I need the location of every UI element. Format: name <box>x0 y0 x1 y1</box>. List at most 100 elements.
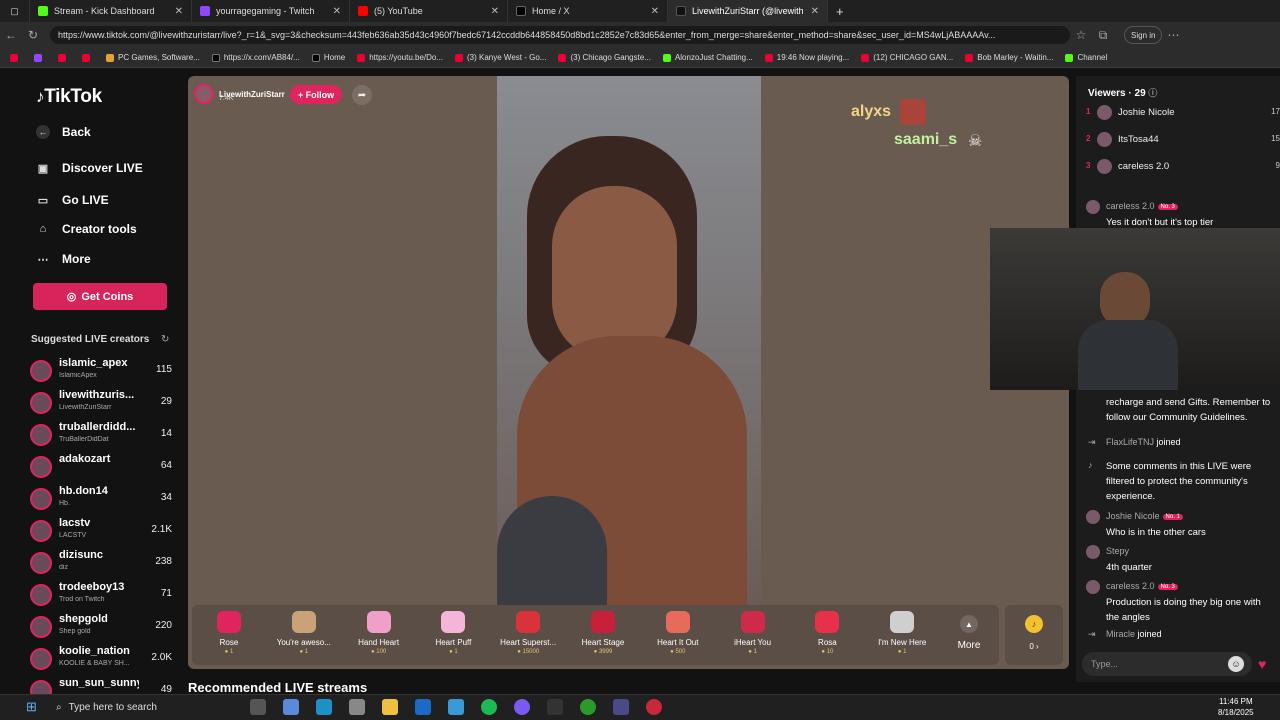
host-avatar[interactable] <box>194 84 214 104</box>
gift-item[interactable]: You're aweso... ● 1 <box>268 611 340 655</box>
outlook-icon[interactable] <box>415 699 431 715</box>
copilot-icon[interactable] <box>283 699 299 715</box>
nav-creator-tools[interactable]: ⌂ Creator tools <box>36 222 137 236</box>
refresh-icon[interactable]: ↻ <box>22 28 44 42</box>
viewer-score: 15 <box>1271 134 1280 143</box>
refresh-icon[interactable]: ↻ <box>161 334 169 345</box>
taskbar-search[interactable]: ⌕ Type here to search <box>48 698 198 716</box>
bookmark-item[interactable]: (12) CHICAGO GAN... <box>861 53 953 62</box>
sign-in-button[interactable]: Sign in <box>1124 26 1163 44</box>
photos-icon[interactable] <box>448 699 464 715</box>
heart-icon[interactable]: ♥ <box>1258 656 1266 672</box>
tab-twitch[interactable]: yourragegaming - Twitch ✕ <box>192 0 350 22</box>
host-info[interactable]: LivewithZuriStarr 7.4K <box>194 84 285 104</box>
task-view-icon[interactable] <box>250 699 266 715</box>
spotify-icon[interactable] <box>481 699 497 715</box>
suggested-creator[interactable]: adakozart 64 <box>30 453 172 483</box>
extensions-icon[interactable]: ⧉ <box>1092 28 1114 43</box>
file-explorer-icon[interactable] <box>382 699 398 715</box>
tiktok-logo[interactable]: ♪TikTok <box>36 86 102 108</box>
app-icon[interactable] <box>613 699 629 715</box>
gift-item[interactable]: Heart Puff ● 1 <box>417 611 489 655</box>
suggested-creator[interactable]: lacstv LACSTV 2.1K <box>30 517 172 547</box>
store-icon[interactable] <box>349 699 365 715</box>
bookmark-twitch[interactable] <box>34 53 46 62</box>
close-icon[interactable]: ✕ <box>333 6 341 17</box>
chat-username[interactable]: careless 2.0 No. 3 <box>1106 201 1178 211</box>
follow-button[interactable]: + Follow <box>290 85 342 104</box>
close-icon[interactable]: ✕ <box>175 6 183 17</box>
nav-more[interactable]: ⋯ More <box>36 252 91 266</box>
chat-username[interactable]: FlaxLifeTNJ joined <box>1106 437 1181 447</box>
suggested-creator[interactable]: koolie_nation KOOLIE & BABY SH... 2.0K <box>30 645 172 675</box>
suggested-creator[interactable]: livewithzuris... LivewithZuriStarr 29 <box>30 389 172 419</box>
bookmark-item[interactable]: https://youtu.be/Do... <box>357 53 443 62</box>
bookmark-item[interactable]: 19:46 Now playing... <box>764 53 849 62</box>
star-icon[interactable]: ☆ <box>1070 28 1092 42</box>
obs-icon[interactable] <box>646 699 662 715</box>
gift-item[interactable]: Heart It Out ● 500 <box>642 611 714 655</box>
suggested-creator[interactable]: dizisunc diz 238 <box>30 549 172 579</box>
top-viewer[interactable]: 2 ItsTosa44 15 <box>1086 131 1280 149</box>
suggested-creator[interactable]: hb.don14 Hb. 34 <box>30 485 172 515</box>
suggested-creator[interactable]: islamic_apex IslamicApex 115 <box>30 357 172 387</box>
bookmark-item[interactable]: Channel <box>1065 53 1107 62</box>
close-icon[interactable]: ✕ <box>811 6 819 17</box>
tab-youtube[interactable]: (5) YouTube ✕ <box>350 0 508 22</box>
back-arrow-icon[interactable]: ← <box>0 28 22 42</box>
bookmark-item[interactable]: (3) Kanye West - Go... <box>455 53 546 62</box>
coin-balance[interactable]: ♪ 0 › <box>1005 605 1063 665</box>
get-coins-button[interactable]: ◎ Get Coins <box>33 283 167 310</box>
tab-actions-icon[interactable]: ▢ <box>0 0 30 22</box>
live-video[interactable] <box>497 76 761 606</box>
back-button[interactable]: ← Back <box>36 125 91 139</box>
more-gifts-button[interactable]: ▲ More <box>952 615 986 651</box>
gift-item[interactable]: iHeart You ● 1 <box>717 611 789 655</box>
gift-item[interactable]: Heart Stage ● 3999 <box>567 611 639 655</box>
top-viewer[interactable]: 3 careless 2.0 9 <box>1086 158 1280 176</box>
new-tab-button[interactable]: + <box>828 0 852 22</box>
top-viewer[interactable]: 1 Joshie Nicole 17 <box>1086 104 1280 122</box>
tab-x[interactable]: Home / X ✕ <box>508 0 668 22</box>
bookmark-item[interactable]: PC Games, Software... <box>106 53 200 62</box>
bookmark-item[interactable]: Bob Marley - Waitin... <box>965 53 1053 62</box>
chat-username[interactable]: careless 2.0 No. 3 <box>1106 581 1178 591</box>
nav-go-live[interactable]: ▭ Go LIVE <box>36 193 109 207</box>
gift-item[interactable]: Rosa ● 10 <box>791 611 863 655</box>
chat-username[interactable]: Joshie Nicole No. 1 <box>1106 511 1183 521</box>
gift-item[interactable]: Rose ● 1 <box>193 611 265 655</box>
chat-input[interactable]: Type... <box>1082 652 1252 676</box>
edge-icon[interactable] <box>316 699 332 715</box>
nav-discover-live[interactable]: ▣ Discover LIVE <box>36 161 143 175</box>
gift-item[interactable]: Heart Superst... ● 15000 <box>492 611 564 655</box>
suggested-creator[interactable]: truballerdidd... TruBallerDidDat 14 <box>30 421 172 451</box>
epic-games-icon[interactable] <box>547 699 563 715</box>
suggested-creator[interactable]: shepgold Shep gold 220 <box>30 613 172 643</box>
chat-username[interactable]: Stepy <box>1106 546 1129 556</box>
bookmark-yt2[interactable] <box>58 53 70 62</box>
close-icon[interactable]: ✕ <box>651 6 659 17</box>
bookmark-yt1[interactable] <box>10 53 22 62</box>
suggested-creator[interactable]: trodeeboy13 Trod on Twitch 71 <box>30 581 172 611</box>
windows-start-icon[interactable]: ⊞ <box>26 699 37 715</box>
tab-tiktok[interactable]: LivewithZuriStarr (@livewithzuristarr)✕ <box>668 0 828 22</box>
bookmark-yt3[interactable] <box>82 53 94 62</box>
tab-kick[interactable]: Stream - Kick Dashboard ✕ <box>30 0 192 22</box>
gift-item[interactable]: Hand Heart ● 100 <box>343 611 415 655</box>
bookmark-item[interactable]: AlonzoJust Chatting... <box>662 53 753 62</box>
gift-item[interactable]: I'm New Here ● 1 <box>866 611 938 655</box>
taskbar-clock[interactable]: 11:46 PM 8/18/2025 <box>1218 696 1254 718</box>
share-icon[interactable]: ➦ <box>352 85 372 105</box>
emoji-icon[interactable]: ☺ <box>1228 656 1244 672</box>
bookmark-item[interactable]: (3) Chicago Gangste... <box>558 53 651 62</box>
xbox-icon[interactable] <box>580 699 596 715</box>
bookmark-item[interactable]: https://x.com/AB84/... <box>211 53 300 62</box>
discord-icon[interactable] <box>514 699 530 715</box>
creator-subtitle: Hb. <box>59 500 70 507</box>
bookmark-item[interactable]: Home <box>311 53 345 62</box>
close-icon[interactable]: ✕ <box>491 6 499 17</box>
menu-dots-icon[interactable]: ⋯ <box>1162 28 1184 42</box>
chat-username[interactable]: Miracle joined <box>1106 629 1162 639</box>
url-bar[interactable]: https://www.tiktok.com/@livewithzuristar… <box>50 26 1070 44</box>
info-icon[interactable]: ⓘ <box>1148 88 1157 98</box>
